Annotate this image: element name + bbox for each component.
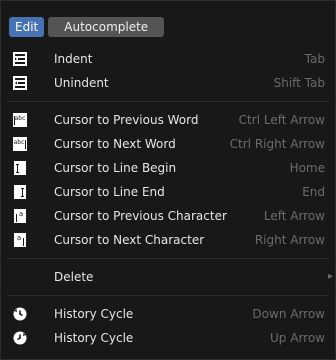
menu-item-cursor-previous-character[interactable]: a Cursor to Previous Character Left Arro… <box>1 204 335 228</box>
menu-item-unindent[interactable]: Unindent Shift Tab <box>1 71 335 95</box>
unindent-icon <box>13 76 27 90</box>
menu-item-cursor-next-word[interactable]: abc Cursor to Next Word Ctrl Right Arrow <box>1 132 335 156</box>
menu-item-cursor-line-begin[interactable]: Cursor to Line Begin Home <box>1 156 335 180</box>
shortcut-label: Tab <box>304 52 325 66</box>
svg-text:a: a <box>19 210 23 218</box>
shortcut-label: Shift Tab <box>273 76 325 90</box>
previous-character-icon: a <box>14 209 26 223</box>
menu-item-label: Cursor to Next Character <box>54 233 205 247</box>
menu-item-label: Cursor to Previous Character <box>54 209 227 223</box>
menu-separator <box>7 295 329 296</box>
shortcut-label: Left Arrow <box>263 209 325 223</box>
menu-items: Indent Tab Unindent Shift Tab abc Cursor… <box>1 47 335 350</box>
menu-tabs: Edit Autocomplete <box>9 17 168 37</box>
menu-item-label: Cursor to Line Begin <box>54 161 177 175</box>
menu-item-label: Cursor to Line End <box>54 185 165 199</box>
line-end-icon <box>14 185 26 199</box>
menu-item-history-cycle-down[interactable]: History Cycle Down Arrow <box>1 302 335 326</box>
svg-text:abc: abc <box>15 115 26 122</box>
svg-text:a: a <box>17 234 21 242</box>
tab-edit[interactable]: Edit <box>9 17 45 37</box>
svg-text:abc: abc <box>14 139 25 146</box>
menu-item-delete[interactable]: Delete ▸ <box>1 265 335 289</box>
menu-item-label: Indent <box>54 52 93 66</box>
shortcut-label: Up Arrow <box>270 331 325 345</box>
menu-item-history-cycle-up[interactable]: History Cycle Up Arrow <box>1 326 335 350</box>
menu-item-label: Unindent <box>54 76 109 90</box>
shortcut-label: Right Arrow <box>254 233 325 247</box>
tab-autocomplete[interactable]: Autocomplete <box>48 17 165 37</box>
menu-item-cursor-line-end[interactable]: Cursor to Line End End <box>1 180 335 204</box>
menu-item-label: History Cycle <box>54 331 134 345</box>
next-word-icon: abc <box>13 137 27 151</box>
submenu-arrow-icon: ▸ <box>327 271 333 282</box>
menu-item-indent[interactable]: Indent Tab <box>1 47 335 71</box>
menu-item-label: Cursor to Previous Word <box>54 113 199 127</box>
shortcut-label: Ctrl Left Arrow <box>238 113 325 127</box>
shortcut-label: Home <box>289 161 325 175</box>
menu-item-label: History Cycle <box>54 307 134 321</box>
menu-item-label: Cursor to Next Word <box>54 137 176 151</box>
menu-separator <box>7 101 329 102</box>
history-cycle-up-icon <box>13 331 27 345</box>
edit-menu: Edit Autocomplete Indent Tab Unindent Sh… <box>0 0 336 360</box>
shortcut-label: End <box>302 185 325 199</box>
shortcut-label: Ctrl Right Arrow <box>229 137 325 151</box>
line-begin-icon <box>14 161 26 175</box>
previous-word-icon: abc <box>13 113 27 127</box>
menu-item-cursor-next-character[interactable]: a Cursor to Next Character Right Arrow <box>1 228 335 252</box>
menu-item-label: Delete <box>54 270 94 284</box>
shortcut-label: Down Arrow <box>252 307 325 321</box>
menu-separator <box>7 258 329 259</box>
next-character-icon: a <box>14 233 26 247</box>
indent-icon <box>13 52 27 66</box>
menu-item-cursor-previous-word[interactable]: abc Cursor to Previous Word Ctrl Left Ar… <box>1 108 335 132</box>
history-cycle-down-icon <box>13 307 27 321</box>
